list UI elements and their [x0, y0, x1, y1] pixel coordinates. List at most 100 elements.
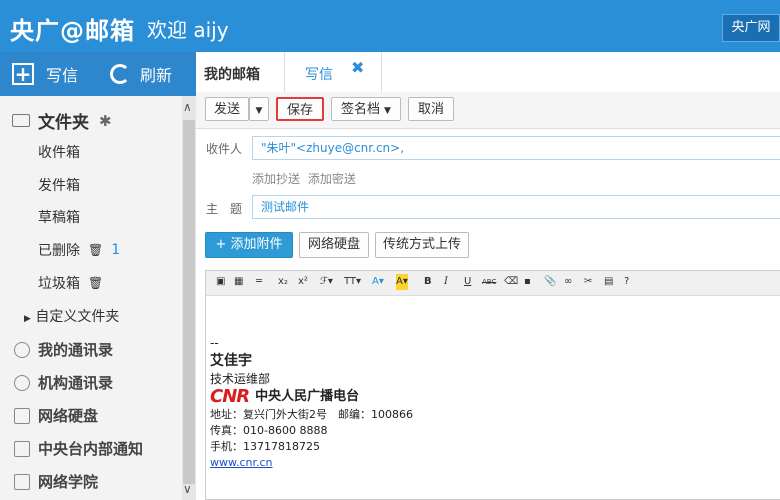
superscript-icon[interactable]: x² [298, 274, 308, 290]
subscript-icon[interactable]: x₂ [278, 274, 288, 290]
recipient-input[interactable]: "朱叶"<zhuye@cnr.cn>, [252, 136, 780, 160]
add-attachment-button[interactable]: + 添加附件 [205, 232, 293, 258]
line-icon[interactable]: ═ [256, 274, 262, 290]
plus-icon: + [12, 63, 34, 85]
font-size-icon[interactable]: TT▾ [344, 274, 361, 290]
cc-links: 添加抄送 添加密送 [252, 170, 360, 187]
scroll-up-icon[interactable]: ∧ [183, 100, 192, 114]
netdisk-button[interactable]: 网络硬盘 [299, 232, 369, 258]
refresh-button[interactable]: 刷新 [110, 62, 172, 86]
gear-icon[interactable]: ✱ [99, 112, 112, 130]
italic-icon[interactable]: I [444, 274, 448, 290]
add-attachment-label: 添加附件 [230, 237, 283, 252]
link-icon[interactable]: ∞ [564, 274, 572, 290]
sidebar-scrollbar-thumb[interactable] [183, 120, 195, 484]
subject-input[interactable]: 测试邮件 [252, 195, 780, 219]
sidebar-item-deleted[interactable]: 已删除 🗑 1 [38, 240, 120, 260]
trash-icon[interactable]: 🗑 [88, 276, 103, 290]
font-size-label: TT [344, 276, 357, 287]
sidebar-item-label: 网络硬盘 [38, 407, 99, 425]
eraser-icon[interactable]: ⌫ [504, 274, 518, 290]
signature-dropdown[interactable]: 签名档 ▼ [331, 97, 401, 121]
sidebar-item-org-contacts[interactable]: 机构通讯录 [14, 372, 113, 393]
chevron-down-icon: ▼ [384, 106, 391, 116]
traditional-upload-button[interactable]: 传统方式上传 [375, 232, 469, 258]
tab-my-mailbox[interactable]: 我的邮箱 [204, 64, 260, 84]
expand-arrow-icon: ▶ [24, 314, 31, 324]
sidebar-item-inbox[interactable]: 收件箱 [38, 142, 80, 162]
scroll-down-icon[interactable]: ∨ [183, 482, 192, 496]
sidebar-item-label: 收件箱 [38, 145, 80, 161]
chevron-down-icon: ▼ [255, 106, 263, 116]
recipient-label: 收件人 [206, 142, 243, 156]
sidebar-item-label: 已删除 [38, 243, 80, 259]
cnr-site-link[interactable]: 央广网 [722, 14, 780, 42]
tab-bar: 我的邮箱 写信 ✖ [196, 52, 780, 93]
font-color-icon[interactable]: A▾ [372, 274, 384, 290]
plus-icon: + [215, 237, 231, 252]
sidebar-item-contacts[interactable]: 我的通讯录 [14, 339, 113, 360]
app-logo[interactable]: 央广@邮箱 [10, 11, 135, 46]
sidebar-item-sent[interactable]: 发件箱 [38, 175, 80, 195]
subject-label: 主 题 [206, 202, 243, 216]
editor-toolbar: ▣ ▦ ═ x₂ x² ℱ▾ TT▾ A▾ A▾ B I U ABC ⌫ ▪ 📎… [206, 271, 780, 296]
signature-website-link[interactable]: www.cnr.cn [210, 455, 413, 471]
sidebar-item-label: 发件箱 [38, 178, 80, 194]
disk-icon [14, 407, 30, 424]
attachment-icon[interactable]: 📎 [544, 274, 556, 290]
write-mail-button[interactable]: + 写信 [12, 62, 78, 86]
sidebar-item-label: 草稿箱 [38, 210, 80, 226]
signature-address: 地址：复兴门外大街2号 邮编：100866 [210, 408, 413, 421]
table-icon[interactable]: ▦ [234, 274, 243, 290]
unlink-icon[interactable]: ✂ [584, 274, 592, 290]
sidebar-item-drafts[interactable]: 草稿箱 [38, 207, 80, 227]
sidebar-item-spam[interactable]: 垃圾箱 🗑 [38, 273, 103, 293]
tab-write[interactable]: 写信 ✖ [284, 52, 382, 92]
signature-fax: 传真：010-8600 8888 [210, 424, 328, 437]
compose-toolbar: 发送 ▼ 保存 签名档 ▼ 取消 [196, 92, 780, 129]
help-icon[interactable]: ? [624, 274, 629, 290]
font-color-label: A [372, 276, 379, 287]
top-header: 央广@邮箱 欢迎 aijy 央广网 [0, 0, 780, 52]
image-icon[interactable]: ▪ [524, 274, 531, 290]
add-bcc-link[interactable]: 添加密送 [308, 172, 356, 186]
mail-editor[interactable]: ▣ ▦ ═ x₂ x² ℱ▾ TT▾ A▾ A▾ B I U ABC ⌫ ▪ 📎… [205, 270, 780, 500]
send-options-dropdown[interactable]: ▼ [249, 97, 269, 121]
send-button[interactable]: 发送 [205, 97, 249, 121]
org-name: 中央人民广播电台 [255, 389, 360, 404]
folders-heading[interactable]: 文件夹 ✱ [12, 108, 112, 133]
close-icon[interactable]: ✖ [351, 58, 364, 77]
editor-body[interactable]: -- 艾佳宇 技术运维部 CNR 中央人民广播电台 地址：复兴门外大街2号 邮编… [210, 335, 413, 471]
chat-icon [14, 440, 30, 457]
sidebar-item-academy[interactable]: 网络学院 [14, 471, 98, 492]
font-family-icon[interactable]: ℱ▾ [320, 274, 333, 290]
signature-dept: 技术运维部 [210, 372, 271, 386]
add-cc-link[interactable]: 添加抄送 [252, 172, 300, 186]
write-mail-label: 写信 [46, 66, 79, 85]
trash-icon[interactable]: 🗑 [88, 243, 103, 257]
sidebar-item-netdisk[interactable]: 网络硬盘 [14, 405, 98, 426]
sidebar-item-label: 中央台内部通知 [38, 440, 144, 458]
cnr-logo: CNR [210, 386, 250, 407]
org-icon [14, 374, 30, 391]
folders-title: 文件夹 [38, 113, 89, 133]
signature-label: 签名档 [341, 102, 381, 117]
deleted-count[interactable]: 1 [111, 242, 120, 258]
strikethrough-icon[interactable]: ABC [482, 274, 496, 290]
save-button[interactable]: 保存 [276, 97, 324, 121]
sidebar: + 写信 刷新 文件夹 ✱ 收件箱 发件箱 草稿箱 已删除 🗑 1 垃圾箱 🗑 … [0, 52, 196, 500]
bold-icon[interactable]: B [424, 274, 432, 290]
highlight-color-icon[interactable]: A▾ [396, 274, 408, 290]
paste-icon[interactable]: ▤ [604, 274, 613, 290]
sidebar-item-custom-folders[interactable]: ▶ 自定义文件夹 [24, 306, 119, 326]
refresh-icon [110, 64, 130, 84]
underline-icon[interactable]: U [464, 274, 471, 290]
sidebar-action-bar: + 写信 刷新 [0, 52, 196, 96]
sidebar-item-label: 机构通讯录 [38, 374, 114, 392]
signature-mobile: 手机：13717818725 [210, 440, 320, 453]
sidebar-item-internal-notice[interactable]: 中央台内部通知 [14, 438, 143, 459]
cancel-button[interactable]: 取消 [408, 97, 454, 121]
source-icon[interactable]: ▣ [216, 274, 225, 290]
home-icon [14, 473, 30, 490]
sidebar-item-label: 垃圾箱 [38, 276, 80, 292]
